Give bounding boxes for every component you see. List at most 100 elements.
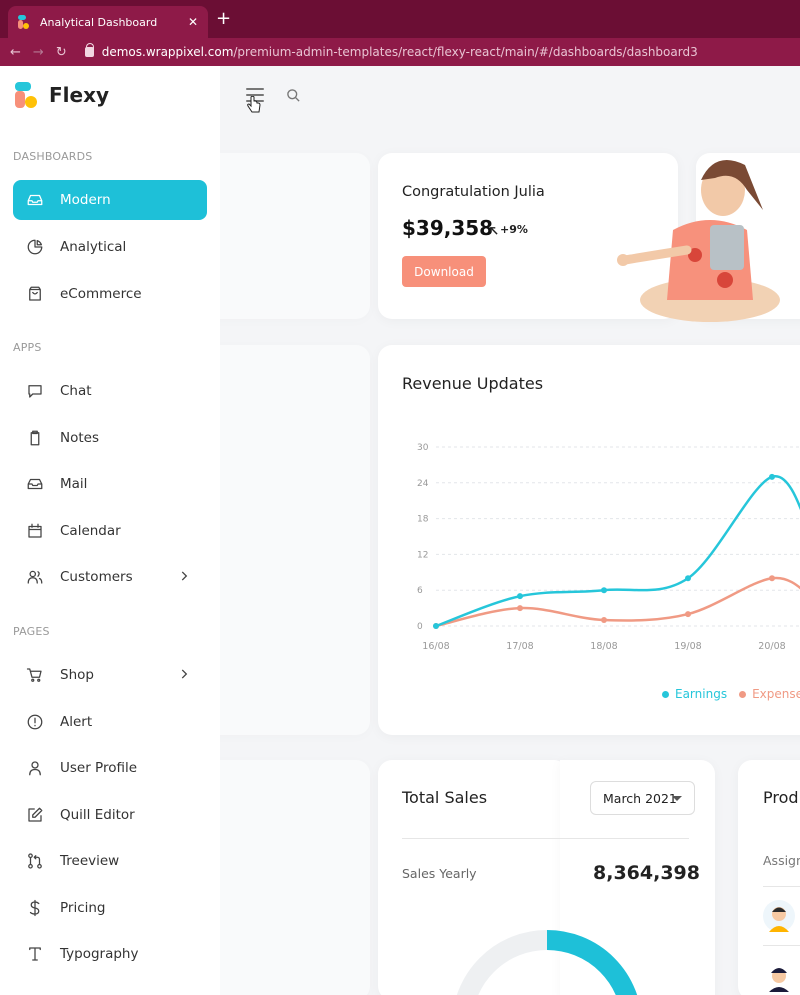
- data-point-expense: [601, 617, 607, 624]
- sidebar-item-alert[interactable]: Alert: [13, 702, 207, 742]
- sidebar-item-notes[interactable]: Notes: [13, 418, 207, 458]
- lock-icon: [84, 43, 95, 57]
- browser-tab-strip: Analytical Dashboard ✕ +: [0, 0, 800, 38]
- back-arrow-icon[interactable]: ←: [10, 45, 21, 60]
- sidebar-item-label: Mail: [60, 476, 88, 492]
- forward-arrow-icon[interactable]: →: [33, 45, 44, 60]
- sidebar-item-label: Treeview: [60, 853, 120, 869]
- products-title: Prod: [763, 788, 799, 807]
- new-tab-button[interactable]: +: [216, 8, 231, 30]
- shopping-cart-icon: [26, 666, 44, 684]
- sidebar-item-mail[interactable]: Mail: [13, 464, 207, 504]
- pie-chart-icon: [26, 238, 44, 256]
- sidebar-item-label: Typography: [60, 946, 139, 962]
- edit-icon: [26, 806, 44, 824]
- sidebar-item-label: Shop: [60, 667, 94, 683]
- sales-yearly-value: 8,364,398: [593, 862, 700, 884]
- sidebar-item-pricing[interactable]: Pricing: [13, 888, 207, 928]
- topbar: [220, 66, 800, 126]
- download-button[interactable]: Download: [402, 256, 486, 287]
- data-point-earnings: [601, 587, 607, 594]
- sidebar-item-label: Quill Editor: [60, 807, 135, 823]
- arrow-up-left-icon: [490, 227, 498, 235]
- sidebar-item-label: Analytical: [60, 239, 127, 255]
- data-point-expense: [685, 611, 691, 618]
- hand-cursor-icon: [247, 96, 261, 113]
- y-tick-label: 18: [417, 515, 429, 525]
- sidebar-item-quill-editor[interactable]: Quill Editor: [13, 795, 207, 835]
- sidebar-item-calendar[interactable]: Calendar: [13, 511, 207, 551]
- sidebar-item-label: Modern: [60, 192, 111, 208]
- chevron-down-icon: [672, 796, 682, 801]
- y-tick-label: 6: [417, 586, 423, 596]
- reload-icon[interactable]: ↻: [56, 45, 67, 60]
- sidebar-item-label: eCommerce: [60, 286, 142, 302]
- total-sales-title: Total Sales: [402, 788, 488, 807]
- section-heading: DASHBOARDS: [13, 150, 93, 163]
- sidebar-item-modern[interactable]: Modern: [13, 180, 207, 220]
- tab-close-icon[interactable]: ✕: [188, 15, 198, 29]
- message-square-icon: [26, 382, 44, 400]
- url-path: /premium-admin-templates/react/flexy-rea…: [233, 45, 698, 59]
- sidebar-item-label: Customers: [60, 569, 133, 585]
- y-tick-label: 12: [417, 550, 428, 560]
- avatar: [763, 900, 795, 932]
- table-divider: [763, 945, 800, 946]
- x-tick-label: 16/08: [422, 641, 449, 652]
- congratulation-amount: $39,358: [402, 216, 494, 240]
- month-select[interactable]: March 2021: [590, 781, 695, 815]
- sidebar-item-ecommerce[interactable]: eCommerce: [13, 274, 207, 314]
- sidebar-item-label: Alert: [60, 714, 93, 730]
- y-tick-label: 24: [417, 479, 429, 489]
- assigned-column-header: Assign: [763, 853, 800, 868]
- browser-tab[interactable]: Analytical Dashboard ✕: [8, 6, 208, 38]
- alert-circle-icon: [26, 713, 44, 731]
- sidebar-item-chat[interactable]: Chat: [13, 371, 207, 411]
- revenue-updates-title: Revenue Updates: [402, 374, 544, 393]
- data-point-earnings: [769, 473, 775, 480]
- sidebar-item-label: Calendar: [60, 523, 121, 539]
- section-heading: APPS: [13, 341, 42, 354]
- sidebar-item-treeview[interactable]: Treeview: [13, 841, 207, 881]
- legend-expense: Expense: [739, 687, 800, 701]
- sidebar-item-analytical[interactable]: Analytical: [13, 227, 207, 267]
- x-tick-label: 20/08: [758, 641, 785, 652]
- sales-donut-chart: [456, 930, 638, 995]
- congratulation-title: Congratulation Julia: [402, 184, 545, 200]
- earnings-dot-icon: [662, 690, 669, 698]
- url-field[interactable]: demos.wrappixel.com/premium-admin-templa…: [102, 45, 698, 59]
- x-tick-label: 17/08: [506, 641, 533, 652]
- congratulation-change: +9%: [500, 223, 528, 236]
- user-icon: [26, 759, 44, 777]
- sidebar: Flexy DASHBOARDS Modern Analytical eCommerc…: [0, 66, 220, 995]
- expense-dot-icon: [739, 690, 747, 698]
- sidebar-item-customers[interactable]: Customers: [13, 557, 207, 597]
- sidebar-item-user-profile[interactable]: User Profile: [13, 748, 207, 788]
- data-point-earnings: [433, 623, 439, 629]
- inbox-icon: [26, 191, 44, 209]
- sidebar-item-label: User Profile: [60, 760, 138, 776]
- flexy-favicon-icon: [18, 15, 30, 29]
- sidebar-item-typography[interactable]: Typography: [13, 934, 207, 974]
- data-point-expense: [517, 605, 523, 612]
- data-point-earnings: [685, 575, 691, 582]
- month-select-value: March 2021: [603, 790, 677, 806]
- sidebar-item-label: Chat: [60, 383, 92, 399]
- search-icon[interactable]: [286, 88, 301, 103]
- avatar: [763, 960, 795, 992]
- table-divider: [763, 886, 800, 887]
- x-tick-label: 19/08: [674, 641, 701, 652]
- woman-illustration: [617, 160, 780, 322]
- dollar-sign-icon: [26, 899, 44, 917]
- sidebar-item-shop[interactable]: Shop: [13, 655, 207, 695]
- app-logo[interactable]: Flexy: [15, 82, 109, 108]
- revenue-line-chart: 0 6 12 18 24 30 16/08 17/08 18/08 19/08 20/08: [417, 443, 800, 652]
- series-line-earnings: [435, 475, 800, 628]
- y-tick-label: 0: [417, 622, 423, 632]
- legend-expense-label: Expense: [752, 687, 800, 701]
- app-name: Flexy: [49, 83, 110, 107]
- shopping-bag-icon: [26, 285, 44, 303]
- section-heading: PAGES: [13, 625, 50, 638]
- data-point-earnings: [517, 593, 523, 600]
- chevron-right-icon: [181, 571, 188, 581]
